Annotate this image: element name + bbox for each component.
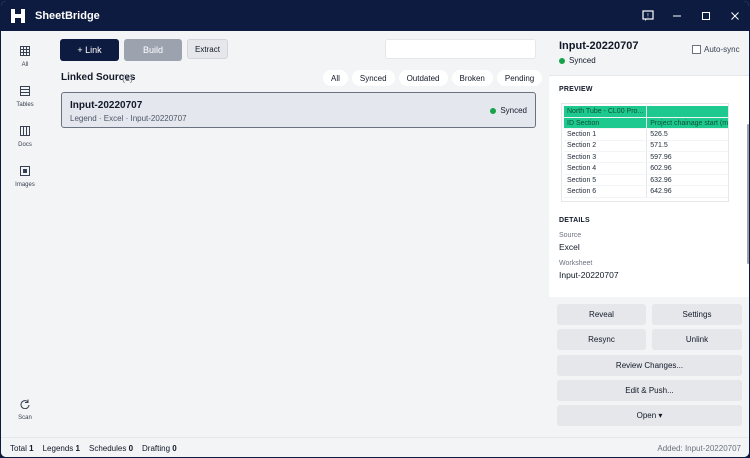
added-status: Added: Input-20220707	[657, 444, 741, 453]
detail-panel: Input-20220707 Synced Auto-sync PREVIEW …	[549, 31, 749, 437]
preview-cell: Project chainage start (m	[646, 117, 728, 130]
sidebar: All Tables Docs Images Scan	[1, 31, 49, 437]
preview-cell: Section 2	[564, 140, 648, 153]
refresh-icon	[20, 399, 30, 412]
detail-status-text: Synced	[569, 56, 596, 65]
feedback-icon[interactable]: !	[633, 1, 663, 31]
source-value: Excel	[559, 242, 580, 252]
unlink-button[interactable]: Unlink	[652, 329, 742, 350]
stat-label: Total	[10, 444, 27, 453]
review-changes-button[interactable]: Review Changes...	[557, 355, 742, 376]
filter-bar: All Synced Outdated Broken Pending	[323, 70, 543, 86]
sidebar-item-label: Tables	[16, 102, 34, 108]
status-dot-icon	[559, 57, 565, 64]
preview-cell: 642.96	[646, 185, 728, 198]
reveal-button[interactable]: Reveal	[557, 304, 646, 325]
stat-total: Total 1	[10, 444, 34, 453]
filter-all[interactable]: All	[323, 70, 348, 86]
stat-value: 1	[75, 444, 80, 453]
details-heading: DETAILS	[559, 217, 590, 224]
stat-label: Legends	[42, 444, 74, 453]
sidebar-item-label: Scan	[18, 415, 32, 421]
search-input[interactable]	[385, 39, 536, 59]
preview-cell: Section 4	[564, 162, 648, 175]
preview-cell: 597.96	[646, 151, 728, 164]
stat-drafting: Drafting 0	[142, 444, 177, 453]
stat-legends: Legends 1	[43, 444, 80, 453]
filter-broken[interactable]: Broken	[451, 70, 493, 86]
close-button[interactable]	[720, 1, 749, 31]
stat-schedules: Schedules 0	[89, 444, 133, 453]
sidebar-item-tables[interactable]: Tables	[1, 86, 49, 108]
filter-pending[interactable]: Pending	[496, 70, 543, 86]
preview-table: North Tube - CL00 Pro... ID Section Proje…	[561, 103, 729, 202]
stat-value: 1	[29, 444, 34, 453]
detail-scroll-area[interactable]: PREVIEW North Tube - CL00 Pro... ID Sect…	[549, 75, 749, 297]
maximize-button[interactable]	[691, 1, 721, 31]
preview-cell: ID Section	[564, 117, 648, 130]
link-button[interactable]: + Link	[60, 39, 119, 61]
filter-outdated[interactable]: Outdated	[398, 70, 448, 86]
worksheet-value: Input-20220707	[559, 270, 619, 280]
status-badge: Synced	[490, 106, 527, 115]
detail-title: Input-20220707	[559, 40, 639, 52]
sidebar-item-images[interactable]: Images	[1, 166, 49, 188]
open-dropdown-button[interactable]: Open ▾	[557, 405, 742, 426]
sidebar-item-all[interactable]: All	[1, 46, 49, 68]
sidebar-item-label: All	[21, 62, 29, 68]
app-window: SheetBridge ! All Tables Docs Images Sca…	[0, 0, 750, 458]
autosync-label: Auto-sync	[704, 45, 740, 54]
settings-button[interactable]: Settings	[652, 304, 742, 325]
preview-cell: Section 5	[564, 174, 648, 187]
edit-push-button[interactable]: Edit & Push...	[557, 380, 742, 401]
stat-value: 0	[128, 444, 134, 453]
preview-cell: Section 6	[564, 185, 648, 198]
stat-label: Schedules	[88, 444, 127, 453]
preview-cell: Section 1	[564, 128, 648, 141]
minimize-button[interactable]	[662, 1, 692, 31]
stat-label: Drafting	[142, 444, 171, 453]
app-logo-icon	[10, 8, 26, 24]
detail-status: Synced	[559, 56, 596, 65]
stat-value: 0	[172, 444, 177, 453]
source-card[interactable]: Input-20220707 Legend · Excel · Input-20…	[61, 92, 536, 128]
preview-grid: North Tube - CL00 Pro... ID Section Proje…	[564, 106, 728, 198]
preview-cell: 526.5	[646, 128, 728, 141]
preview-cell: 571.5	[646, 140, 728, 153]
status-dot-icon	[490, 107, 497, 114]
extract-button[interactable]: Extract	[187, 39, 228, 59]
grid-icon	[20, 46, 30, 59]
docs-icon	[20, 126, 30, 139]
resync-button[interactable]: Resync	[557, 329, 646, 350]
checkbox-icon	[692, 45, 701, 54]
source-card-subtitle: Legend · Excel · Input-20220707	[70, 114, 187, 123]
preview-cell: North Tube - CL00 Pro...	[564, 106, 648, 118]
linked-sources-count: (1)	[122, 73, 133, 83]
title-bar: SheetBridge !	[1, 1, 749, 31]
preview-heading: PREVIEW	[559, 86, 593, 93]
preview-cell: 632.96	[646, 174, 728, 187]
status-text: Synced	[500, 106, 527, 115]
sidebar-item-scan[interactable]: Scan	[1, 399, 49, 421]
sidebar-item-docs[interactable]: Docs	[1, 126, 49, 148]
source-card-title: Input-20220707	[70, 100, 143, 111]
autosync-checkbox[interactable]: Auto-sync	[692, 45, 740, 54]
worksheet-label: Worksheet	[559, 260, 593, 267]
main-content: + Link Build Extract Linked Sources (1) …	[49, 31, 549, 437]
app-title: SheetBridge	[35, 10, 100, 22]
source-label: Source	[559, 232, 582, 239]
status-bar: Total 1 Legends 1 Schedules 0 Drafting 0…	[1, 437, 749, 457]
image-icon	[20, 166, 30, 179]
filter-synced[interactable]: Synced	[351, 70, 395, 86]
table-icon	[20, 86, 30, 99]
build-button[interactable]: Build	[124, 39, 182, 61]
sidebar-item-label: Docs	[18, 142, 32, 148]
preview-cell: Section 3	[564, 151, 648, 164]
preview-cell	[646, 106, 728, 118]
sidebar-item-label: Images	[15, 182, 35, 188]
preview-cell: 602.96	[646, 162, 728, 175]
